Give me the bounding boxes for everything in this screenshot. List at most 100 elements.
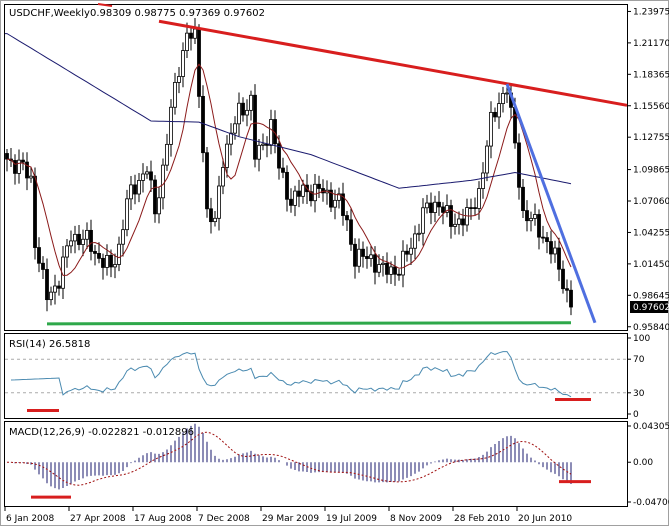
bull-candle [165,143,169,166]
ohlc-label: 0.98309 0.98775 0.97369 0.97602 [90,8,265,19]
bear-candle [297,190,301,197]
bull-candle [425,202,429,209]
bear-candle [97,253,101,259]
date-axis-label: 29 Mar 2009 [262,514,319,524]
price-axis-label: 1.15560 [633,102,669,112]
price-axis-label: 1.09865 [633,166,669,176]
bull-candle [185,32,189,51]
date-axis-label: 27 Apr 2008 [70,514,126,524]
price-axis-label: 1.04255 [633,228,669,238]
bear-candle [93,251,97,254]
price-axis-label: 1.01450 [633,260,669,270]
symbol-label: USDCHF,Weekly [9,8,90,19]
current-price-label: 0.97602 [633,303,669,313]
rsi-panel[interactable] [4,333,628,419]
rsi-axis-label: 100 [633,334,650,344]
bull-candle [257,144,261,160]
bull-candle [157,197,161,215]
support-line [46,321,572,326]
bear-candle [561,268,565,290]
bull-candle [477,188,481,209]
bull-candle [113,264,117,268]
bear-candle [565,288,569,291]
bull-candle [401,250,405,276]
rsi-axis-label: 30 [633,389,645,399]
bull-candle [269,119,273,146]
bull-candle [433,201,437,213]
bull-candle [249,94,253,111]
bull-candle [489,111,493,147]
bull-candle [73,233,77,242]
bull-candle [485,145,489,174]
bull-candle [225,143,229,168]
bear-candle [33,175,37,248]
price-axis-label: 1.21170 [633,39,669,49]
bear-candle [41,262,45,270]
bull-candle [85,229,89,240]
bear-candle [21,159,25,163]
bear-candle [285,171,289,200]
price-axis-label: 0.95840 [633,323,669,333]
bear-candle [349,219,353,245]
bear-candle [541,236,545,239]
bull-candle [293,190,297,206]
price-axis-label: 1.12755 [633,133,669,143]
bull-candle [141,173,145,181]
bear-candle [289,198,293,206]
bear-candle [281,167,285,173]
bear-candle [197,28,201,97]
bull-candle [117,243,121,265]
bear-candle [133,184,137,195]
bear-candle [393,266,397,275]
date-axis-label: 8 Nov 2009 [390,514,442,524]
bull-candle [357,248,361,267]
bull-candle [17,159,21,174]
bear-candle [385,262,389,275]
bear-candle [441,206,445,213]
bear-candle [57,285,61,289]
bull-candle [29,175,33,179]
price-axis-label: 1.18365 [633,70,669,80]
bear-candle [469,207,473,209]
bear-candle [361,248,365,257]
bull-candle [181,50,185,77]
bear-candle [201,95,205,154]
date-axis-label: 20 Jun 2010 [518,514,572,524]
bull-candle [505,92,509,95]
bull-candle [173,82,177,108]
bear-candle [205,152,209,210]
bull-candle [313,183,317,202]
bear-candle [365,256,369,259]
bear-candle [397,273,401,276]
price-panel[interactable] [4,4,628,331]
rsi-axis-label: 70 [633,355,645,365]
bull-candle [553,247,557,255]
rsi-axis-label: 0 [633,410,639,420]
macd-title: MACD(12,26,9) -0.022821 -0.012896 [9,427,194,438]
date-axis-label: 7 Dec 2008 [198,514,250,524]
bear-candle [549,241,553,255]
bear-candle [461,218,465,226]
bear-candle [353,243,357,267]
bull-candle [237,102,241,125]
bear-candle [5,153,9,160]
bull-candle [125,198,129,231]
bull-candle [161,164,165,199]
bull-candle [53,285,57,293]
bear-candle [473,207,477,209]
macd-axis-label: 0.043057 [633,422,669,432]
bear-candle [525,210,529,222]
bull-candle [413,233,417,249]
bear-candle [277,143,281,169]
macd-axis-label: 0.00 [633,458,653,468]
date-axis-label: 6 Jan 2008 [6,514,54,524]
bear-candle [317,183,321,189]
bear-candle [517,142,521,188]
bull-candle [369,254,373,259]
bear-candle [405,250,409,255]
chart-window[interactable]: 1.23975 1.21170 1.18365 1.15560 1.12755 1.098… [0,0,669,526]
bull-candle [301,184,305,197]
bull-candle [381,262,385,265]
bull-candle [177,76,181,83]
bull-candle [261,143,265,146]
